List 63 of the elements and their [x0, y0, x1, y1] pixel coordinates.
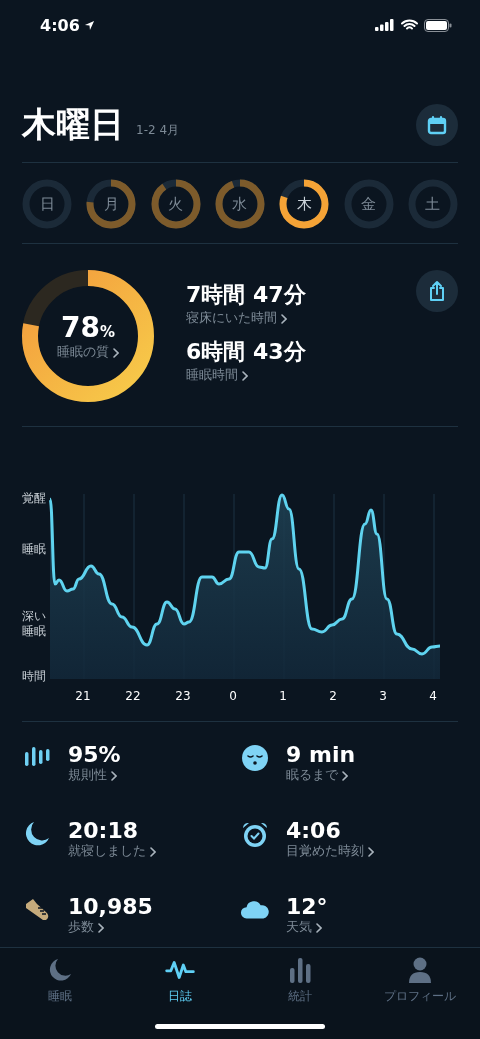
metric-label: 天気: [286, 919, 312, 936]
day-ring[interactable]: 木: [279, 179, 330, 229]
calendar-icon: [427, 115, 447, 135]
metric-label: 目覚めた時刻: [286, 843, 364, 860]
metric-value: 10,985: [68, 894, 153, 919]
chevron-icon: [316, 922, 322, 933]
sleepy-face-icon: [240, 744, 270, 772]
axis-label: 23: [175, 689, 191, 703]
tab[interactable]: 日誌: [120, 956, 240, 1008]
metric-value: 9 min: [286, 742, 356, 767]
quality-label: 睡眠の質: [57, 344, 109, 361]
wifi-icon: [401, 19, 418, 31]
day-ring[interactable]: 日: [22, 179, 72, 229]
axis-label: 21: [75, 689, 91, 703]
axis-label: 2: [329, 689, 337, 703]
status-time: 4:06: [40, 15, 80, 35]
axis-label: 22: [125, 689, 141, 703]
quality-value: 78%: [61, 311, 115, 344]
metric-label: 就寝しました: [68, 843, 146, 860]
location-arrow-icon: [83, 19, 95, 31]
metric-label: 規則性: [68, 767, 107, 784]
metric-value: 20:18: [68, 818, 140, 843]
signal-icon: [375, 19, 395, 31]
axis-label: 覚醒: [22, 491, 47, 506]
chevron-icon: [242, 370, 248, 381]
alarm-clock-icon: [240, 820, 270, 848]
date-range: 1-2 4月: [136, 121, 181, 139]
chevron-icon: [368, 846, 374, 857]
day-ring[interactable]: 金: [343, 179, 394, 229]
chevron-icon: [150, 846, 156, 857]
day-ring[interactable]: 火: [150, 179, 201, 229]
axis-label: 3: [379, 689, 387, 703]
metric-label: 眠るまで: [286, 767, 338, 784]
share-icon: [427, 280, 447, 302]
day-ring[interactable]: 月: [86, 179, 137, 229]
axis-label: 1: [279, 689, 287, 703]
day-ring[interactable]: 水: [215, 179, 265, 229]
chevron-icon: [113, 347, 119, 358]
axis-label: 0: [229, 689, 237, 703]
metric-value: 95%: [68, 742, 121, 767]
calendar-button[interactable]: [416, 104, 458, 146]
metric-value: 4:06: [286, 818, 342, 843]
metric-label: 歩数: [68, 919, 94, 936]
axis-label: 深い睡眠: [22, 608, 47, 639]
chevron-icon: [342, 770, 348, 781]
axis-label: 睡眠: [22, 541, 47, 557]
chevron-icon: [111, 770, 117, 781]
day-title: 木曜日: [22, 103, 124, 146]
axis-title: 時間: [22, 668, 47, 684]
chevron-icon: [98, 922, 104, 933]
chevron-icon: [281, 313, 287, 324]
duration-label: 睡眠時間: [186, 367, 238, 384]
day-ring[interactable]: 土: [407, 179, 458, 229]
metric-value: 12°: [286, 894, 328, 919]
share-button[interactable]: [416, 270, 458, 312]
battery-icon: [424, 18, 452, 32]
tab[interactable]: プロフィール: [360, 956, 480, 1008]
axis-label: 4: [429, 689, 437, 703]
tab[interactable]: 睡眠: [0, 956, 120, 1008]
duration-value: 6時間 43分: [186, 338, 307, 366]
duration-value: 7時間 47分: [186, 281, 307, 309]
tab[interactable]: 統計: [240, 956, 360, 1008]
duration-label: 寝床にいた時間: [186, 310, 277, 327]
